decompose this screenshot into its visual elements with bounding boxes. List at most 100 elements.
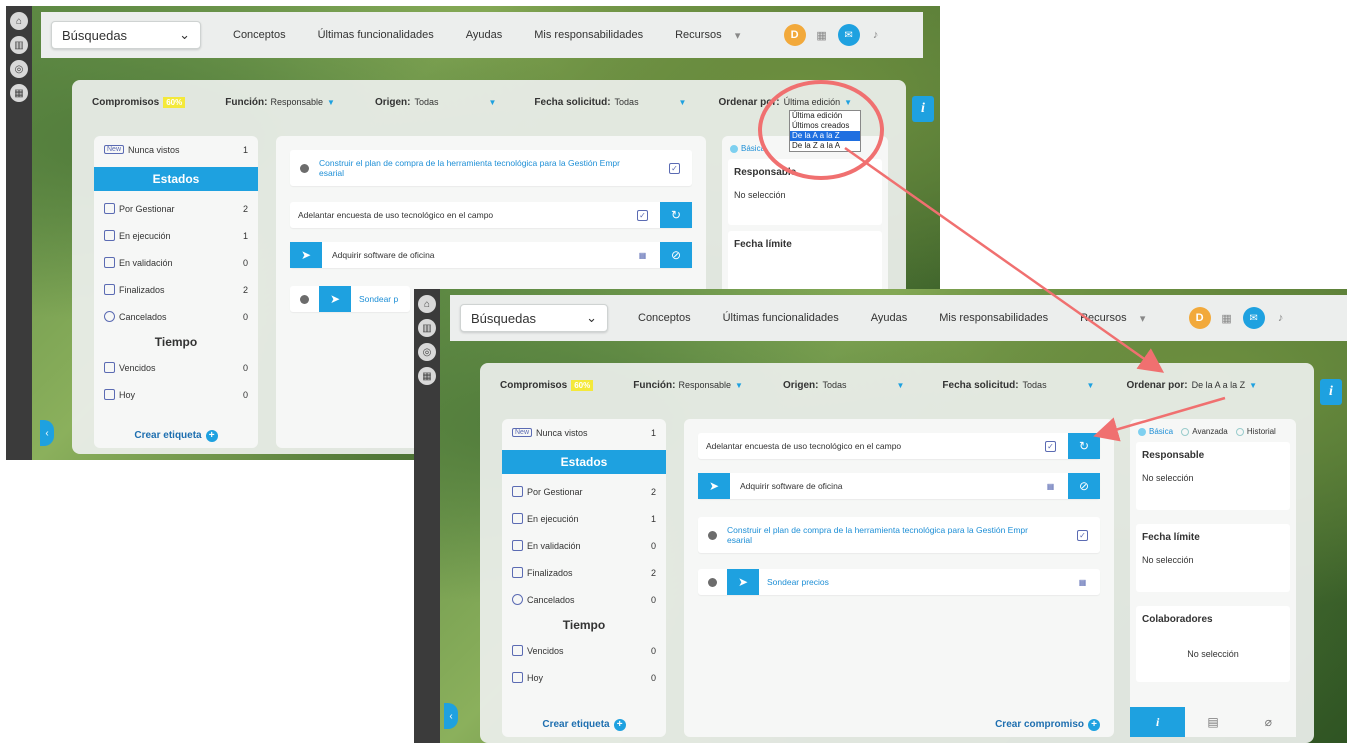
nav-mis-responsabilidades[interactable]: Mis responsabilidades xyxy=(534,29,643,41)
estado-item[interactable]: Cancelados 0 xyxy=(502,586,666,613)
estado-item[interactable]: En ejecución 1 xyxy=(94,222,258,249)
cancel-icon[interactable]: ⊘ xyxy=(660,242,692,268)
nav-recursos[interactable]: Recursos xyxy=(675,29,721,41)
calendar-icon[interactable]: ▦ xyxy=(418,367,436,385)
estado-item[interactable]: Finalizados 2 xyxy=(502,559,666,586)
main-panel: Compromisos 60% Función: Responsable ▼ O… xyxy=(480,363,1314,743)
funcion-select[interactable]: Responsable xyxy=(678,380,731,390)
radio-basica[interactable] xyxy=(730,144,738,153)
tiempo-item[interactable]: Hoy 0 xyxy=(502,664,666,691)
origen-select[interactable]: Todas xyxy=(823,380,893,390)
nav-mis-responsabilidades[interactable]: Mis responsabilidades xyxy=(939,312,1048,324)
search-dropdown[interactable]: Búsquedas ⌄ xyxy=(460,304,608,332)
send-icon[interactable]: ➤ xyxy=(698,473,730,499)
funcion-label: Función: xyxy=(225,96,268,108)
checkbox-icon[interactable]: ✓ xyxy=(1045,440,1056,452)
commitment-row[interactable]: ➤ Sondear precios ▦ xyxy=(698,569,1100,595)
home-icon[interactable]: ⌂ xyxy=(418,295,436,313)
estado-item[interactable]: En validación 0 xyxy=(502,532,666,559)
comments-tab-icon[interactable]: ▤ xyxy=(1185,707,1241,737)
commitment-row[interactable]: ➤ Adquirir software de oficina ▦ ⊘ xyxy=(698,473,1100,499)
search-dropdown[interactable]: Búsquedas ⌄ xyxy=(51,21,201,49)
crear-compromiso-button[interactable]: Crear compromiso + xyxy=(684,719,1100,731)
estado-label: Finalizados xyxy=(527,567,573,578)
avatar[interactable]: D xyxy=(783,24,806,46)
por-gestionar-icon xyxy=(512,486,523,497)
fecha-solicitud-select[interactable]: Todas xyxy=(615,97,675,107)
calendar-icon[interactable]: ▦ xyxy=(10,84,28,102)
calendar-icon[interactable]: ▦ xyxy=(1221,312,1233,325)
collapse-left-icon[interactable]: ‹ xyxy=(444,703,458,729)
historial-label: Historial xyxy=(1246,427,1276,436)
reopen-icon[interactable]: ↻ xyxy=(1068,433,1100,459)
estado-item[interactable]: Por Gestionar 2 xyxy=(94,195,258,222)
nav-conceptos[interactable]: Conceptos xyxy=(233,29,286,41)
send-icon[interactable]: ➤ xyxy=(319,286,351,312)
target-icon[interactable]: ◎ xyxy=(10,60,28,78)
info-icon[interactable]: i xyxy=(1320,379,1342,405)
responsable-value[interactable]: No selección xyxy=(734,190,786,200)
commitment-row[interactable]: Adelantar encuesta de uso tecnológico en… xyxy=(290,202,692,228)
nav-ayudas[interactable]: Ayudas xyxy=(871,312,908,324)
send-icon[interactable]: ➤ xyxy=(727,569,759,595)
radio-historial[interactable] xyxy=(1235,427,1244,436)
crear-etiqueta-button[interactable]: Crear etiqueta + xyxy=(502,719,666,731)
estado-item[interactable]: En validación 0 xyxy=(94,249,258,276)
nav-conceptos[interactable]: Conceptos xyxy=(638,312,691,324)
radio-basica[interactable] xyxy=(1138,427,1146,436)
tiempo-item[interactable]: Vencidos 0 xyxy=(94,354,258,381)
bell-icon[interactable]: ♪ xyxy=(870,29,882,41)
colaboradores-value[interactable]: No selección xyxy=(1142,649,1284,659)
estado-item[interactable]: Por Gestionar 2 xyxy=(502,478,666,505)
checkbox-icon[interactable]: ✓ xyxy=(669,162,680,174)
commitment-row[interactable]: Construir el plan de compra de la herram… xyxy=(698,517,1100,553)
info-icon[interactable]: i xyxy=(912,96,934,122)
tiempo-count: 0 xyxy=(650,645,656,656)
nav-ultimas-funcionalidades[interactable]: Últimas funcionalidades xyxy=(318,29,434,41)
fecha-caret-icon: ▼ xyxy=(678,97,687,107)
notifications-icon[interactable]: ✉ xyxy=(1242,307,1265,329)
crear-etiqueta-button[interactable]: Crear etiqueta + xyxy=(94,430,258,442)
commitment-row[interactable]: ➤ Adquirir software de oficina ▦ ⊘ xyxy=(290,242,692,268)
commitment-row[interactable]: Adelantar encuesta de uso tecnológico en… xyxy=(698,433,1100,459)
nav-ultimas-funcionalidades[interactable]: Últimas funcionalidades xyxy=(723,312,839,324)
notifications-icon[interactable]: ✉ xyxy=(837,24,860,46)
reopen-icon[interactable]: ↻ xyxy=(660,202,692,228)
colaboradores-pane: Colaboradores No selección xyxy=(1136,606,1290,682)
fecha-solicitud-select[interactable]: Todas xyxy=(1023,380,1083,390)
estado-item[interactable]: Cancelados 0 xyxy=(94,303,258,330)
funcion-select[interactable]: Responsable xyxy=(270,97,323,107)
fecha-limite-value[interactable]: No selección xyxy=(1142,555,1194,565)
radio-avanzada[interactable] xyxy=(1181,427,1190,436)
nav-recursos[interactable]: Recursos xyxy=(1080,312,1126,324)
target-icon[interactable]: ◎ xyxy=(418,343,436,361)
commitment-row[interactable]: ➤ Sondear p xyxy=(290,286,410,312)
nunca-vistos-item[interactable]: New Nunca vistos 1 xyxy=(502,419,666,446)
info-tab-icon[interactable]: i xyxy=(1130,707,1186,737)
nunca-vistos-item[interactable]: New Nunca vistos 1 xyxy=(94,136,258,163)
cancel-icon[interactable]: ⊘ xyxy=(1068,473,1100,499)
bell-icon[interactable]: ♪ xyxy=(1275,312,1287,324)
collapse-left-icon[interactable]: ‹ xyxy=(40,420,54,446)
tiempo-item[interactable]: Hoy 0 xyxy=(94,381,258,408)
checkbox-icon[interactable]: ✓ xyxy=(637,209,648,221)
send-icon[interactable]: ➤ xyxy=(290,242,322,268)
library-icon[interactable]: ▥ xyxy=(418,319,436,337)
checkbox-icon[interactable]: ✓ xyxy=(1077,529,1088,541)
commitment-row[interactable]: Construir el plan de compra de la herram… xyxy=(290,150,692,186)
estado-item[interactable]: En ejecución 1 xyxy=(502,505,666,532)
estado-item[interactable]: Finalizados 2 xyxy=(94,276,258,303)
responsable-value[interactable]: No selección xyxy=(1142,473,1194,483)
calendar-icon[interactable]: ▦ xyxy=(816,29,828,42)
library-icon[interactable]: ▥ xyxy=(10,36,28,54)
tiempo-item[interactable]: Vencidos 0 xyxy=(502,637,666,664)
attachment-tab-icon[interactable]: ⌀ xyxy=(1240,707,1296,737)
nav-ayudas[interactable]: Ayudas xyxy=(466,29,503,41)
recursos-caret-icon: ▾ xyxy=(734,29,741,42)
responsable-label: Responsable xyxy=(1142,450,1205,461)
origen-select[interactable]: Todas xyxy=(415,97,485,107)
estado-label: En validación xyxy=(119,257,173,268)
avatar[interactable]: D xyxy=(1188,307,1211,329)
ordenar-select[interactable]: De la A a la Z xyxy=(1192,380,1246,390)
home-icon[interactable]: ⌂ xyxy=(10,12,28,30)
